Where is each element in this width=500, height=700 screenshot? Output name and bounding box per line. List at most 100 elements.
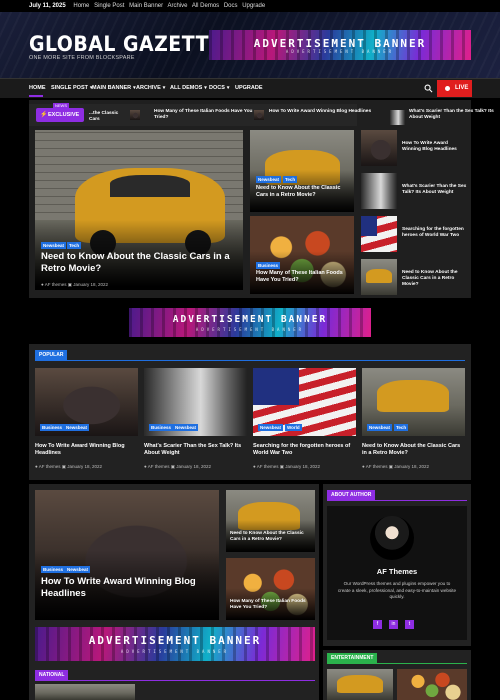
twitter-icon[interactable]: t xyxy=(405,620,414,629)
mid-story-title-2[interactable]: How Many of These Italian Foods Have You… xyxy=(256,270,352,284)
top-link-all-demos[interactable]: All Demos xyxy=(192,3,219,9)
popular-tag[interactable]: Newsbeat xyxy=(258,424,284,431)
live-label: LIVE xyxy=(455,85,469,91)
ticker-item-1[interactable]: ...the Classic Cars xyxy=(89,111,129,123)
main-story-tag[interactable]: Tech xyxy=(67,242,82,249)
popular-tag[interactable]: Business xyxy=(149,424,174,431)
lower-small-title-2[interactable]: How Many of These Italian Foods Have You… xyxy=(230,599,314,611)
popular-tag[interactable]: Newsbeat xyxy=(173,424,199,431)
ticker-thumb-food[interactable] xyxy=(130,110,140,120)
exclusive-label: EXCLUSIVE xyxy=(48,112,80,118)
top-link-main-banner[interactable]: Main Banner xyxy=(129,3,163,9)
popular-meta-3: ● AF themes ▣ January 18, 2022 xyxy=(253,464,320,470)
author-name[interactable]: AF themes xyxy=(45,282,67,287)
lower-main-tag[interactable]: Business xyxy=(41,566,66,573)
nav-archive[interactable]: ARCHIVE ▾ xyxy=(136,85,165,91)
popular-tag[interactable]: Business xyxy=(40,424,65,431)
mid-story-image-1[interactable] xyxy=(250,130,354,212)
ad-title: ADVERTISEMENT BANNER xyxy=(88,634,262,648)
author-name[interactable]: AF themes xyxy=(366,464,388,469)
search-icon[interactable] xyxy=(424,84,433,93)
ticker-item-2[interactable]: How Many of These Italian Foods Have You… xyxy=(154,109,262,121)
top-link-archive[interactable]: Archive xyxy=(167,3,187,9)
site-title[interactable]: GLOBAL GAZETTE xyxy=(29,32,222,56)
ticker-thumb-bw[interactable] xyxy=(390,110,405,125)
side-list-item-3[interactable]: Searching for the forgotten heroes of Wo… xyxy=(402,227,468,239)
nav-single-post[interactable]: SINGLE POST ▾ xyxy=(51,85,93,91)
top-link-upgrade[interactable]: Upgrade xyxy=(242,3,265,9)
header-ad-banner[interactable]: ADVERTISEMENT BANNER ADVERTISEMENT BANNE… xyxy=(209,30,471,60)
side-thumb-2[interactable] xyxy=(361,173,397,209)
section-rule xyxy=(35,360,465,361)
ticker-thumb-type[interactable] xyxy=(254,110,264,120)
side-list-item-2[interactable]: What's Scarier Than the Sex Talk? Its Ab… xyxy=(402,184,468,196)
top-link-home[interactable]: Home xyxy=(73,3,89,9)
post-date: January 18, 2022 xyxy=(285,464,321,469)
popular-title-1[interactable]: How To Write Award Winning Blog Headline… xyxy=(35,443,135,457)
linkedin-icon[interactable]: in xyxy=(389,620,398,629)
side-thumb-4[interactable] xyxy=(361,259,397,295)
facebook-icon[interactable]: f xyxy=(373,620,382,629)
mid-ad-banner[interactable]: ADVERTISEMENT BANNER ADVERTISEMENT BANNE… xyxy=(129,308,371,337)
top-bar: July 11, 2025 Home Single Post Main Bann… xyxy=(0,0,500,12)
author-name: AF Themes xyxy=(376,567,418,576)
nav-main-banner[interactable]: MAIN BANNER ▾ xyxy=(92,85,136,91)
mid-story-title-1[interactable]: Need to Know About the Classic Cars in a… xyxy=(256,185,352,199)
popular-tag[interactable]: Newsbeat xyxy=(367,424,393,431)
mid-story-tag[interactable]: Business xyxy=(256,262,281,269)
lower-main-title[interactable]: How To Write Award Winning Blog Headline… xyxy=(41,576,216,600)
ad-subtitle: ADVERTISEMENT BANNER xyxy=(120,648,230,654)
popular-tag[interactable]: Tech xyxy=(394,424,409,431)
national-image[interactable] xyxy=(35,684,135,700)
nav-upgrade[interactable]: UPGRADE xyxy=(235,85,263,91)
nav-all-demos[interactable]: ALL DEMOS ▾ xyxy=(170,85,207,91)
author-name[interactable]: AF themes xyxy=(257,464,279,469)
author-name[interactable]: AF themes xyxy=(39,464,61,469)
nav-main-banner-label: MAIN BANNER xyxy=(92,85,132,91)
lower-small-title-1[interactable]: Need to Know About the Classic Cars in a… xyxy=(230,531,314,543)
popular-title-3[interactable]: Searching for the forgotten heroes of Wo… xyxy=(253,443,357,457)
ticker-item-4[interactable]: What's Scarier Than the Sex Talk? Its Ab… xyxy=(409,109,499,121)
ad-title: ADVERTISEMENT BANNER xyxy=(253,36,427,50)
main-story-title[interactable]: Need to Know About the Classic Cars in a… xyxy=(41,251,239,275)
car-shape xyxy=(377,380,449,412)
popular-title-2[interactable]: What's Scarier Than the Sex Talk? Its Ab… xyxy=(144,443,248,457)
popular-tag[interactable]: Newsbeat xyxy=(64,424,90,431)
mid-story-tag[interactable]: Newsbeat xyxy=(256,176,282,183)
side-list-item-4[interactable]: Need to Know About the Classic Cars in a… xyxy=(402,270,468,289)
popular-meta-1: ● AF themes ▣ January 18, 2022 xyxy=(35,464,102,470)
ticker-item-3[interactable]: How To Write Award Winning Blog Headline… xyxy=(269,109,379,115)
entertainment-thumb-2[interactable] xyxy=(397,669,467,700)
popular-meta-4: ● AF themes ▣ January 18, 2022 xyxy=(362,464,429,470)
side-thumb-3[interactable] xyxy=(361,216,397,252)
side-thumb-1[interactable] xyxy=(361,130,397,166)
lower-main-image[interactable] xyxy=(35,490,219,620)
author-avatar[interactable] xyxy=(370,516,414,560)
post-date: January 18, 2022 xyxy=(394,464,430,469)
author-name[interactable]: AF themes xyxy=(148,464,170,469)
about-author-widget: ABOUT AUTHOR AF Themes Our WordPress the… xyxy=(323,484,471,646)
top-link-single-post[interactable]: Single Post xyxy=(94,3,124,9)
live-dot-icon xyxy=(445,86,450,91)
nav-home[interactable]: HOME xyxy=(29,85,46,91)
national-label: NATIONAL xyxy=(35,670,69,680)
entertainment-label: ENTERTAINMENT xyxy=(327,653,378,663)
nav-all-demos-label: ALL DEMOS xyxy=(170,85,203,91)
mid-story-tag[interactable]: Tech xyxy=(283,176,298,183)
post-date: January 18, 2022 xyxy=(176,464,212,469)
popular-tag[interactable]: World xyxy=(285,424,302,431)
nav-docs[interactable]: DOCS ▾ xyxy=(209,85,229,91)
lower-ad-banner[interactable]: ADVERTISEMENT BANNER ADVERTISEMENT BANNE… xyxy=(35,627,315,661)
site-tagline: ONE MORE SITE FROM BLOCKSPARE xyxy=(29,55,135,61)
lower-main-tag[interactable]: Newsbeat xyxy=(65,566,91,573)
ad-title: ADVERTISEMENT BANNER xyxy=(172,314,328,326)
main-story-tag[interactable]: Newsbeat xyxy=(41,242,67,249)
site-header: GLOBAL GAZETTE ONE MORE SITE FROM BLOCKS… xyxy=(0,12,500,78)
entertainment-thumb-1[interactable] xyxy=(327,669,393,700)
top-link-docs[interactable]: Docs xyxy=(224,3,238,9)
live-button[interactable]: LIVE xyxy=(437,80,472,97)
car-window xyxy=(110,175,190,197)
popular-title-4[interactable]: Need to Know About the Classic Cars in a… xyxy=(362,443,466,457)
author-bio: Our WordPress themes and plugins empower… xyxy=(337,581,457,600)
side-list-item-1[interactable]: How To Write Award Winning Blog Headline… xyxy=(402,141,468,153)
